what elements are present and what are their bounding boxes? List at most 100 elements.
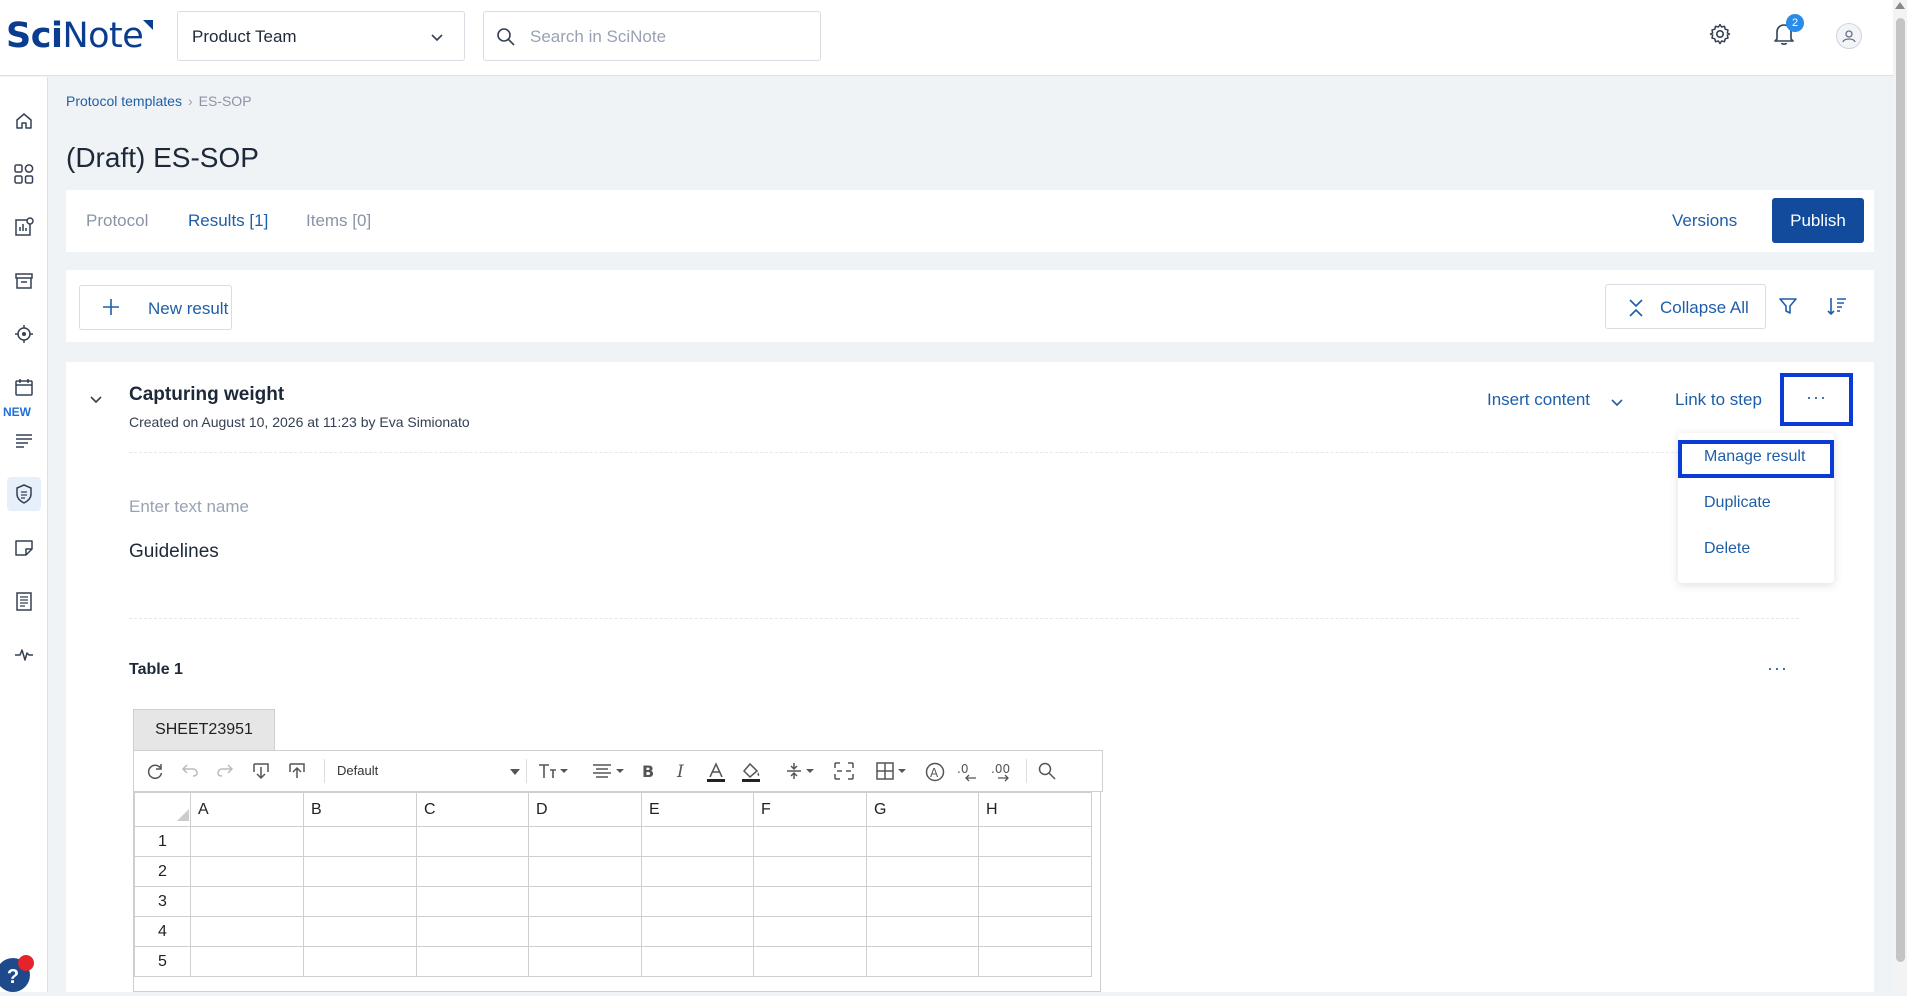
breadcrumb-protocol-templates[interactable]: Protocol templates: [66, 93, 182, 109]
settings-gear-icon[interactable]: [1708, 22, 1732, 51]
cell[interactable]: [190, 946, 304, 977]
search-input[interactable]: [530, 24, 810, 50]
new-result-button[interactable]: New result: [79, 285, 232, 330]
publish-button[interactable]: Publish: [1772, 198, 1864, 243]
cell[interactable]: [641, 856, 754, 887]
font-select-caret-icon[interactable]: [510, 769, 520, 775]
row-header[interactable]: 5: [134, 946, 191, 977]
cell[interactable]: [416, 856, 529, 887]
row-header[interactable]: 3: [134, 886, 191, 917]
cell[interactable]: [528, 856, 642, 887]
link-to-step-button[interactable]: Link to step: [1675, 390, 1762, 410]
refresh-icon[interactable]: [145, 761, 165, 786]
increase-decimal-icon[interactable]: .00: [990, 761, 1018, 788]
cell[interactable]: [528, 886, 642, 917]
table-more-options-button[interactable]: ···: [1767, 658, 1788, 679]
cell[interactable]: [753, 886, 867, 917]
tab-results[interactable]: Results [1]: [188, 211, 268, 231]
collapse-result-chevron-icon[interactable]: [89, 392, 103, 410]
column-header[interactable]: H: [978, 792, 1092, 827]
protocols-shield-icon[interactable]: [7, 477, 41, 511]
tab-items[interactable]: Items [0]: [306, 211, 371, 231]
team-select[interactable]: Product Team: [177, 11, 465, 61]
cell[interactable]: [190, 886, 304, 917]
cell[interactable]: [528, 916, 642, 947]
cell[interactable]: [866, 826, 979, 857]
cell[interactable]: [303, 856, 417, 887]
cell[interactable]: [866, 916, 979, 947]
scinote-logo[interactable]: SciNote: [6, 16, 154, 56]
merge-cells-icon[interactable]: [833, 761, 855, 786]
cell[interactable]: [866, 946, 979, 977]
sort-icon[interactable]: [1826, 296, 1848, 321]
bold-icon[interactable]: B: [640, 761, 656, 786]
home-icon[interactable]: [7, 104, 41, 138]
cell[interactable]: [753, 856, 867, 887]
cell[interactable]: [641, 826, 754, 857]
result-title[interactable]: Capturing weight: [129, 384, 284, 406]
user-avatar[interactable]: [1836, 23, 1862, 49]
archive-icon[interactable]: [7, 264, 41, 298]
row-header[interactable]: 4: [134, 916, 191, 947]
cell[interactable]: [753, 916, 867, 947]
column-header[interactable]: E: [641, 792, 754, 827]
cell[interactable]: [190, 916, 304, 947]
vertical-align-icon[interactable]: [785, 761, 819, 786]
cell[interactable]: [978, 826, 1092, 857]
menu-item-delete[interactable]: Delete: [1704, 540, 1750, 558]
table-title[interactable]: Table 1: [129, 661, 183, 679]
export-icon[interactable]: [287, 761, 307, 786]
scrollbar-thumb[interactable]: [1896, 18, 1905, 962]
cell[interactable]: [528, 946, 642, 977]
task-list-icon[interactable]: [7, 424, 41, 458]
menu-item-duplicate[interactable]: Duplicate: [1704, 494, 1771, 512]
row-header[interactable]: 2: [134, 856, 191, 887]
align-icon[interactable]: [591, 761, 627, 786]
cell[interactable]: [866, 856, 979, 887]
undo-icon[interactable]: [181, 761, 199, 784]
italic-icon[interactable]: I: [674, 761, 690, 786]
font-select[interactable]: Default: [337, 763, 378, 778]
column-header[interactable]: D: [528, 792, 642, 827]
cell[interactable]: [416, 946, 529, 977]
column-header[interactable]: C: [416, 792, 529, 827]
filter-icon[interactable]: [1778, 296, 1798, 321]
result-more-options-button[interactable]: ···: [1780, 373, 1853, 426]
versions-button[interactable]: Versions: [1672, 211, 1737, 231]
cell[interactable]: [641, 916, 754, 947]
scroll-up-arrow-icon[interactable]: [1895, 2, 1905, 9]
activity-icon[interactable]: [7, 637, 41, 671]
insert-content-chevron-icon[interactable]: [1610, 395, 1624, 413]
cell[interactable]: [190, 856, 304, 887]
sheet-tab[interactable]: SHEET23951: [133, 709, 275, 750]
fill-color-icon[interactable]: [740, 761, 762, 788]
cell[interactable]: [416, 826, 529, 857]
cell[interactable]: [303, 886, 417, 917]
locations-icon[interactable]: [7, 317, 41, 351]
cell[interactable]: [303, 826, 417, 857]
redo-icon[interactable]: [216, 761, 234, 784]
collapse-all-button[interactable]: Collapse All: [1605, 284, 1766, 329]
insert-content-button[interactable]: Insert content: [1487, 390, 1590, 410]
calendar-icon[interactable]: [7, 370, 41, 404]
text-content[interactable]: Guidelines: [129, 541, 219, 563]
import-icon[interactable]: [251, 761, 271, 786]
borders-icon[interactable]: [875, 761, 911, 786]
spreadsheet-grid[interactable]: A B C D E F G H 1 2 3 4 5: [133, 792, 1101, 992]
cell[interactable]: [641, 886, 754, 917]
cell[interactable]: [978, 856, 1092, 887]
column-header[interactable]: A: [190, 792, 304, 827]
note-icon[interactable]: [7, 530, 41, 564]
search-icon[interactable]: [1037, 761, 1057, 786]
column-header[interactable]: G: [866, 792, 979, 827]
cell[interactable]: [978, 916, 1092, 947]
cell[interactable]: [528, 826, 642, 857]
decrease-decimal-icon[interactable]: .0: [956, 761, 982, 788]
column-header[interactable]: B: [303, 792, 417, 827]
cell[interactable]: [866, 886, 979, 917]
select-all-corner[interactable]: [134, 792, 191, 827]
document-icon[interactable]: [7, 584, 41, 618]
tab-protocol[interactable]: Protocol: [86, 211, 148, 231]
cell[interactable]: [978, 886, 1092, 917]
cell[interactable]: [416, 886, 529, 917]
